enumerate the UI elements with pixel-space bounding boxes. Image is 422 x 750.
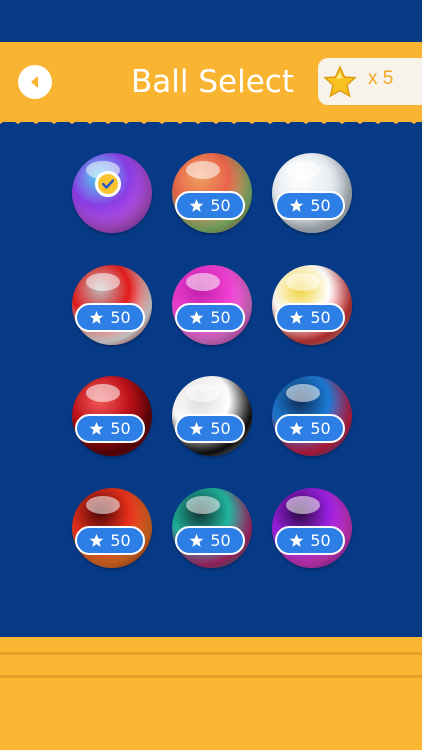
- price-badge[interactable]: 50: [275, 414, 345, 443]
- ball-fire-swirl[interactable]: 50: [67, 483, 157, 573]
- star-icon: [290, 533, 304, 547]
- price-badge[interactable]: 50: [175, 303, 245, 332]
- ball-beach-stripes[interactable]: 50: [167, 148, 257, 238]
- price-label: 50: [110, 419, 131, 438]
- star-icon: [290, 421, 304, 435]
- price-badge[interactable]: 50: [275, 526, 345, 555]
- ball-golf-white[interactable]: 50: [267, 148, 357, 238]
- ball-soccer[interactable]: 50: [167, 371, 257, 461]
- star-icon: [290, 310, 304, 324]
- footer-divider: [0, 652, 422, 655]
- ball-highlight: [86, 384, 120, 402]
- star-icon: [90, 533, 104, 547]
- ball-highlight: [286, 161, 320, 179]
- price-label: 50: [110, 308, 131, 327]
- price-badge[interactable]: 50: [75, 526, 145, 555]
- ball-highlight: [86, 273, 120, 291]
- price-label: 50: [310, 419, 331, 438]
- ball-highlight: [286, 384, 320, 402]
- ball-highlight: [286, 273, 320, 291]
- ball-purple-basketball[interactable]: [67, 148, 157, 238]
- price-label: 50: [110, 531, 131, 550]
- ball-volleyball[interactable]: 50: [267, 260, 357, 350]
- price-badge[interactable]: 50: [75, 414, 145, 443]
- selected-check-icon: [95, 171, 121, 197]
- price-badge[interactable]: 50: [175, 414, 245, 443]
- ball-highlight: [186, 496, 220, 514]
- price-label: 50: [310, 531, 331, 550]
- star-icon: [190, 198, 204, 212]
- price-label: 50: [210, 196, 231, 215]
- star-icon: [290, 198, 304, 212]
- price-badge[interactable]: 50: [275, 191, 345, 220]
- price-badge[interactable]: 50: [75, 303, 145, 332]
- ball-highlight: [286, 496, 320, 514]
- star-icon: [190, 421, 204, 435]
- price-label: 50: [310, 308, 331, 327]
- price-badge[interactable]: 50: [275, 303, 345, 332]
- ball-highlight: [86, 496, 120, 514]
- price-badge[interactable]: 50: [175, 526, 245, 555]
- ball-blue-red-swirl[interactable]: 50: [267, 371, 357, 461]
- ball-violet-swirl[interactable]: 50: [267, 483, 357, 573]
- ball-highlight: [186, 384, 220, 402]
- price-label: 50: [210, 308, 231, 327]
- star-icon: [90, 421, 104, 435]
- star-icon: [90, 310, 104, 324]
- ball-red-swirl[interactable]: 50: [67, 371, 157, 461]
- price-badge[interactable]: 50: [175, 191, 245, 220]
- footer-bar: [0, 637, 422, 750]
- star-icon: [190, 310, 204, 324]
- footer-divider: [0, 675, 422, 678]
- ball-red-white[interactable]: 50: [67, 260, 157, 350]
- price-label: 50: [310, 196, 331, 215]
- ball-highlight: [186, 273, 220, 291]
- price-label: 50: [210, 531, 231, 550]
- ball-teal-swirl[interactable]: 50: [167, 483, 257, 573]
- star-icon: [190, 533, 204, 547]
- ball-pink-golf[interactable]: 50: [167, 260, 257, 350]
- price-label: 50: [210, 419, 231, 438]
- ball-highlight: [186, 161, 220, 179]
